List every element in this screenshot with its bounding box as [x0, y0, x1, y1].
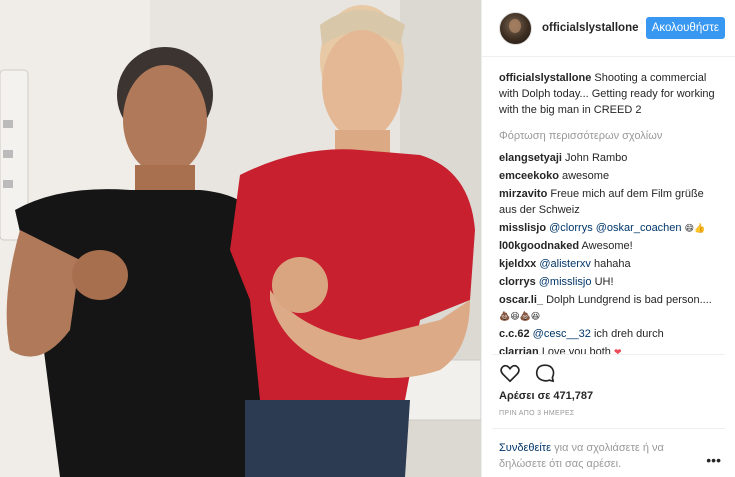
comment-username[interactable]: l00kgoodnaked: [499, 240, 579, 252]
comment-mention[interactable]: @oskar_coachen: [596, 222, 682, 234]
comment-mention[interactable]: @alisterxv: [539, 258, 591, 270]
list-item: c.c.62 @cesc__32 ich dreh durch: [499, 326, 719, 342]
post-timestamp: ΠΡΙΝ ΑΠΟ 3 ΗΜΕΡΕΣ: [499, 410, 575, 417]
follow-button[interactable]: Ακολουθήστε: [645, 17, 725, 39]
comment-text: Love you both: [541, 346, 611, 354]
comment-emoji: 💩😆💩😆: [499, 311, 541, 321]
list-item: clarrian Love you both ❤: [499, 344, 719, 354]
header-username[interactable]: officialslystallone: [542, 22, 646, 34]
list-item: kjeldxx @alisterxv hahaha: [499, 256, 719, 272]
comment-text: awesome: [562, 170, 610, 182]
comment-mention[interactable]: @clorrys: [549, 222, 593, 234]
comment-text: John Rambo: [565, 152, 628, 164]
action-bar: [499, 362, 556, 384]
comment-username[interactable]: clarrian: [499, 346, 539, 354]
list-item: oscar.li_ Dolph Lundgrend is bad person.…: [499, 292, 719, 324]
post-caption: officialslystallone Shooting a commercia…: [499, 70, 719, 118]
comment-text: hahaha: [593, 258, 631, 270]
heart-icon[interactable]: [499, 362, 521, 384]
comment-username[interactable]: c.c.62: [499, 328, 530, 340]
list-item: emceekoko awesome: [499, 168, 719, 184]
comment-username[interactable]: emceekoko: [499, 170, 559, 182]
post-header: officialslystallone Ακολουθήστε: [482, 0, 735, 57]
list-item: elangsetyaji John Rambo: [499, 150, 719, 166]
caption-username[interactable]: officialslystallone: [499, 72, 591, 84]
comment-text: ich dreh durch: [593, 328, 664, 340]
divider: [492, 428, 725, 429]
comments-list[interactable]: officialslystallone Shooting a commercia…: [482, 70, 735, 354]
avatar[interactable]: [499, 11, 532, 45]
comment-username[interactable]: clorrys: [499, 276, 536, 288]
comment-emoji: 😄👍: [684, 223, 706, 233]
comment-text: Dolph Lundgrend is bad person....: [546, 294, 712, 306]
comment-text: UH!: [594, 276, 614, 288]
post-photo: [0, 0, 481, 477]
comment-username[interactable]: elangsetyaji: [499, 152, 562, 164]
comment-username[interactable]: misslisjo: [499, 222, 546, 234]
comment-mention[interactable]: @cesc__32: [533, 328, 591, 340]
photo-image: [0, 0, 481, 477]
divider: [492, 354, 725, 355]
load-more-comments-link[interactable]: Φόρτωση περισσότερων σχολίων: [499, 128, 719, 144]
list-item: l00kgoodnaked Awesome!: [499, 238, 719, 254]
comment-username[interactable]: kjeldxx: [499, 258, 536, 270]
comment-username[interactable]: mirzavito: [499, 188, 547, 200]
comment-emoji: ❤: [614, 347, 622, 354]
likes-count[interactable]: Αρέσει σε 471,787: [499, 390, 593, 402]
comment-username[interactable]: oscar.li_: [499, 294, 543, 306]
login-link[interactable]: Συνδεθείτε: [499, 442, 551, 454]
comment-mention[interactable]: @misslisjo: [539, 276, 592, 288]
list-item: misslisjo @clorrys @oskar_coachen 😄👍: [499, 220, 719, 236]
side-panel: officialslystallone Ακολουθήστε official…: [481, 0, 735, 477]
comment-text: Awesome!: [581, 240, 633, 252]
more-icon[interactable]: •••: [706, 452, 721, 468]
list-item: mirzavito Freue mich auf dem Film grüße …: [499, 186, 719, 218]
login-prompt: Συνδεθείτε για να σχολιάσετε ή να δηλώσε…: [499, 440, 699, 472]
comment-icon[interactable]: [534, 362, 556, 384]
list-item: clorrys @misslisjo UH!: [499, 274, 719, 290]
